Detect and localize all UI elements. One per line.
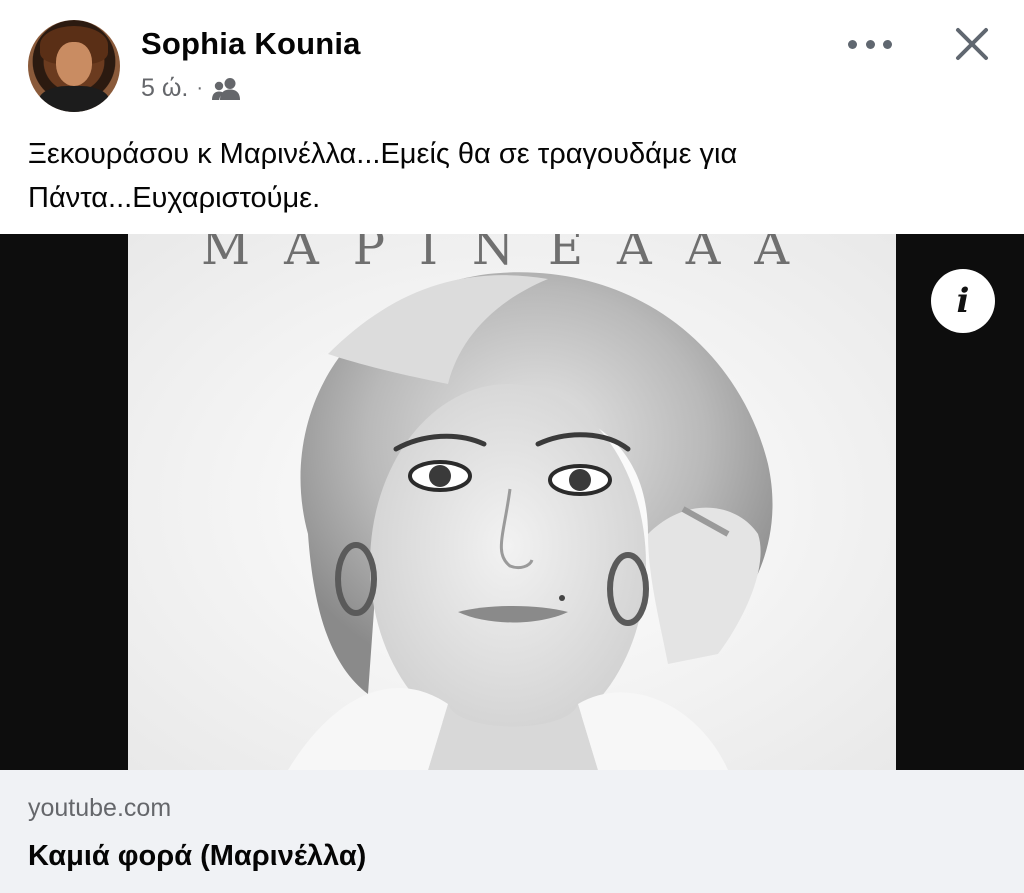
more-options-icon[interactable] (848, 30, 892, 58)
post-text: Ξεκουράσου κ Μαρινέλλα...Εμείς θα σε τρα… (28, 138, 738, 214)
portrait-illustration: MAPINEAAA (128, 234, 896, 770)
avatar[interactable] (28, 20, 120, 112)
link-preview-footer[interactable]: youtube.com Καμιά φορά (Μαρινέλλα) (0, 770, 1024, 893)
thumbnail-photo: MAPINEAAA (128, 234, 896, 770)
close-icon[interactable] (950, 22, 994, 66)
post-time[interactable]: 5 ώ. (141, 74, 188, 103)
friends-icon[interactable] (211, 77, 241, 101)
link-domain: youtube.com (28, 794, 172, 822)
info-icon[interactable]: i (931, 269, 995, 333)
link-title[interactable]: Καμιά φορά (Μαρινέλλα) (28, 840, 366, 873)
facebook-post: Sophia Kounia 5 ώ. · Ξεκουράσου κ Μαρινέ… (0, 0, 1024, 893)
link-preview-image[interactable]: MAPINEAAA i (0, 234, 1024, 770)
meta-separator: · (196, 77, 203, 99)
svg-text:MAPINEAAA: MAPINEAAA (201, 234, 823, 276)
avatar-face (56, 42, 92, 86)
avatar-shirt (38, 86, 110, 112)
author-name[interactable]: Sophia Kounia (141, 26, 361, 62)
post-meta: 5 ώ. · (141, 74, 241, 103)
